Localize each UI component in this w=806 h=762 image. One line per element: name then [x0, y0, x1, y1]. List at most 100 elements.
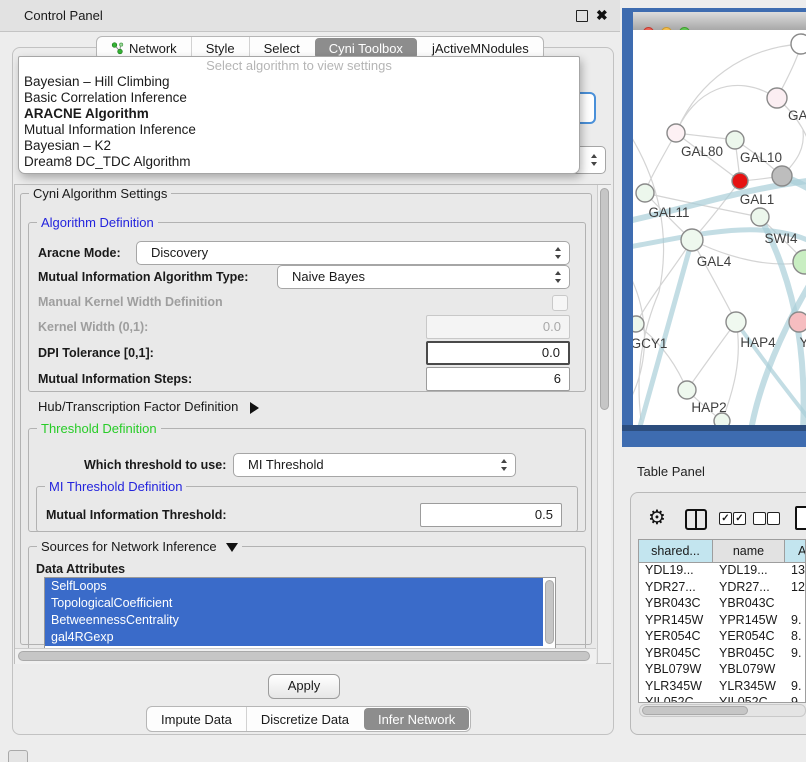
attribute-item-gal4rgexp[interactable]: gal4RGexp	[45, 629, 543, 646]
node-label: GAL1	[740, 192, 775, 207]
table-row[interactable]: YPR145WYPR145W9.	[639, 612, 805, 629]
settings-vscroll-track[interactable]	[597, 185, 611, 663]
node-label: GAL80	[681, 144, 723, 159]
cell: 9.	[791, 645, 801, 662]
node-gal10[interactable]	[726, 131, 744, 149]
sources-legend[interactable]: Sources for Network Inference	[37, 539, 242, 554]
table-row[interactable]: YBR043CYBR043C	[639, 595, 805, 612]
tab-discretize-data[interactable]: Discretize Data	[246, 707, 363, 731]
edge	[692, 240, 736, 322]
table-row[interactable]: YDR27...YDR27...12	[639, 579, 805, 596]
cell: YPR145W	[719, 612, 777, 629]
document-icon[interactable]	[795, 506, 806, 530]
expand-right-arrow-icon[interactable]	[250, 402, 259, 414]
algorithm-option-bayesian-hill-climbing[interactable]: Bayesian – Hill Climbing	[19, 74, 579, 90]
float-panel-icon[interactable]	[576, 10, 588, 22]
node-hap2[interactable]	[678, 381, 696, 399]
minimized-panel-icon[interactable]	[8, 750, 28, 762]
hub-definition-text: Hub/Transcription Factor Definition	[38, 399, 238, 414]
kernel-width-field[interactable]: 0.0	[426, 315, 570, 339]
cell: 8.	[791, 628, 801, 645]
algorithm-option-mutual-information-inference[interactable]: Mutual Information Inference	[19, 122, 579, 138]
cell: YLR345W	[719, 678, 776, 695]
attribute-item-selfloops[interactable]: SelfLoops	[45, 578, 543, 595]
cell: YBL079W	[719, 661, 775, 678]
algorithm-option-basic-correlation-inference[interactable]: Basic Correlation Inference	[19, 90, 579, 106]
table-hscroll-track[interactable]	[639, 704, 806, 717]
deselect-all-icon[interactable]	[753, 512, 766, 525]
collapse-down-arrow-icon[interactable]	[226, 543, 238, 552]
table-row[interactable]: YIL052CYIL052C9	[639, 694, 805, 702]
combo-stepper-icon	[501, 459, 508, 471]
algorithm-definition-legend: Algorithm Definition	[37, 215, 158, 230]
select-all-icon[interactable]: ✓	[733, 512, 746, 525]
cell: YIL052C	[645, 694, 694, 702]
mi-type-combo[interactable]: Naive Bayes	[277, 265, 570, 289]
node-gal[interactable]	[767, 88, 787, 108]
node-gal80[interactable]	[667, 124, 685, 142]
settings-vscroll-thumb[interactable]	[600, 188, 609, 410]
manual-kernel-label: Manual Kernel Width Definition	[38, 295, 223, 309]
cell: YDL19...	[645, 562, 694, 579]
column-header-shared[interactable]: shared...	[639, 540, 713, 562]
node-y[interactable]	[789, 312, 806, 332]
aracne-mode-combo[interactable]: Discovery	[136, 241, 570, 265]
gear-icon[interactable]: ⚙	[648, 505, 666, 530]
node[interactable]	[791, 34, 806, 54]
attribute-list-scrollbar[interactable]	[545, 580, 554, 644]
table-row[interactable]: YBR045CYBR045C9.	[639, 645, 805, 662]
node[interactable]	[772, 166, 792, 186]
table-row[interactable]: YER054CYER054C8.	[639, 628, 805, 645]
node[interactable]	[793, 250, 806, 274]
algorithm-option-dream8-dc-tdc-algorithm[interactable]: Dream8 DC_TDC Algorithm	[19, 154, 579, 170]
network-canvas[interactable]: GALGAL80GAL10GAL1GAL11SWI4GAL4GCY1HAP4YH…	[633, 30, 806, 425]
dpi-tolerance-field[interactable]: 0.0	[426, 341, 570, 365]
attribute-item-betweennesscentrality[interactable]: BetweennessCentrality	[45, 612, 543, 629]
apply-button[interactable]: Apply	[268, 674, 340, 699]
tab-infer-network[interactable]: Infer Network	[364, 708, 469, 730]
settings-hscroll-thumb[interactable]	[18, 651, 590, 661]
attribute-item-topologicalcoefficient[interactable]: TopologicalCoefficient	[45, 595, 543, 612]
data-attributes-label: Data Attributes	[36, 562, 125, 576]
node-hap4[interactable]	[726, 312, 746, 332]
node-gal4[interactable]	[681, 229, 703, 251]
node-label: Y	[799, 335, 806, 350]
node-gal11[interactable]	[636, 184, 654, 202]
combo-stepper-icon	[555, 247, 562, 259]
table-row[interactable]: YDL19...YDL19...13	[639, 562, 805, 579]
threshold-definition-legend: Threshold Definition	[37, 421, 161, 436]
cell: YLR345W	[645, 678, 702, 695]
select-all-icon[interactable]: ✓	[719, 512, 732, 525]
node-gcy1[interactable]	[633, 316, 644, 332]
tab-impute-data[interactable]: Impute Data	[147, 707, 246, 731]
edge	[676, 85, 777, 133]
network-window-titlebar[interactable]	[633, 12, 806, 31]
table-row[interactable]: YBL079WYBL079W	[639, 661, 805, 678]
mi-steps-field[interactable]: 6	[426, 367, 570, 391]
node-label: GCY1	[633, 336, 667, 351]
node-label: HAP4	[740, 335, 776, 350]
column-header-name[interactable]: name	[713, 540, 785, 562]
deselect-all-icon[interactable]	[767, 512, 780, 525]
node-swi4[interactable]	[751, 208, 769, 226]
which-threshold-combo[interactable]: MI Threshold	[233, 453, 516, 477]
columns-icon[interactable]	[685, 509, 707, 530]
cyni-settings-legend: Cyni Algorithm Settings	[29, 186, 171, 201]
mi-threshold-field[interactable]: 0.5	[420, 503, 562, 527]
algorithm-option-bayesian-k2[interactable]: Bayesian – K2	[19, 138, 579, 154]
tab-label: Cyni Toolbox	[329, 41, 403, 56]
mi-type-value: Naive Bayes	[292, 266, 365, 288]
hub-definition-label[interactable]: Hub/Transcription Factor Definition	[38, 399, 259, 414]
algorithm-option-aracne-algorithm[interactable]: ARACNE Algorithm	[19, 106, 579, 122]
close-panel-icon[interactable]: ✖	[596, 7, 608, 24]
data-attributes-list[interactable]: SelfLoopsTopologicalCoefficientBetweenne…	[44, 577, 556, 649]
node-label: GAL	[788, 108, 806, 123]
table-row[interactable]: YLR345WYLR345W9.	[639, 678, 805, 695]
table-hscroll-thumb[interactable]	[642, 706, 748, 715]
node[interactable]	[714, 413, 730, 425]
manual-kernel-checkbox[interactable]	[552, 295, 568, 311]
settings-hscroll-track[interactable]	[15, 648, 596, 664]
column-header-a[interactable]: A	[785, 540, 806, 562]
node-gal1[interactable]	[732, 173, 748, 189]
control-panel-titlebar: Control Panel ✖	[0, 0, 620, 32]
